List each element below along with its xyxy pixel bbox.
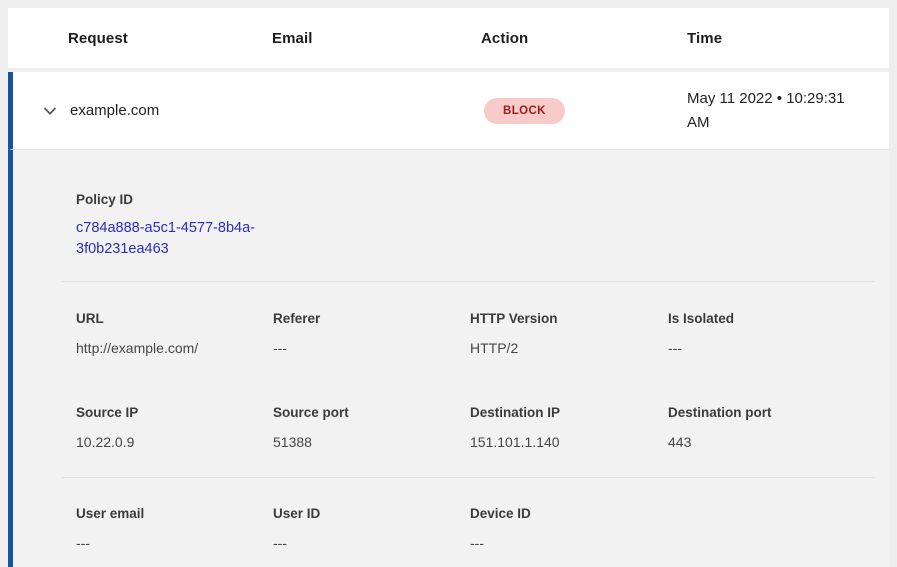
column-header-time: Time xyxy=(687,30,889,47)
field-value: 51388 xyxy=(273,432,470,452)
field-is-isolated: Is Isolated --- xyxy=(668,309,865,358)
detail-row-user: User email --- User ID --- Device ID --- xyxy=(76,504,865,553)
field-http-version: HTTP Version HTTP/2 xyxy=(470,309,668,358)
field-value: --- xyxy=(273,338,470,358)
field-source-port: Source port 51388 xyxy=(273,403,470,452)
status-badge-block: BLOCK xyxy=(484,98,565,124)
field-label: Destination IP xyxy=(470,403,668,423)
log-table-card: Request Email Action Time example.com BL… xyxy=(8,8,889,567)
request-timestamp: May 11 2022 • 10:29:31 AM xyxy=(687,87,865,135)
table-header-row: Request Email Action Time xyxy=(8,8,889,68)
field-url: URL http://example.com/ xyxy=(76,309,273,358)
field-device-id: Device ID --- xyxy=(470,504,668,553)
request-hostname: example.com xyxy=(70,102,484,119)
field-label: HTTP Version xyxy=(470,309,668,329)
chevron-down-icon[interactable] xyxy=(42,103,70,119)
field-value: --- xyxy=(668,338,865,358)
field-label: Source IP xyxy=(76,403,273,423)
field-value: 443 xyxy=(668,432,865,452)
column-header-request: Request xyxy=(68,30,272,47)
policy-id-block: Policy ID c784a888-a5c1-4577-8b4a-3f0b23… xyxy=(76,190,296,260)
policy-id-link[interactable]: c784a888-a5c1-4577-8b4a-3f0b231ea463 xyxy=(76,218,273,260)
policy-id-label: Policy ID xyxy=(76,190,296,210)
expanded-detail-panel: Policy ID c784a888-a5c1-4577-8b4a-3f0b23… xyxy=(8,150,889,567)
field-label: Destination port xyxy=(668,403,865,423)
field-user-id: User ID --- xyxy=(273,504,470,553)
log-row-expanded[interactable]: example.com BLOCK May 11 2022 • 10:29:31… xyxy=(8,72,889,150)
field-value: --- xyxy=(76,533,273,553)
section-divider xyxy=(62,477,875,478)
field-label: Referer xyxy=(273,309,470,329)
field-label: URL xyxy=(76,309,273,329)
field-label: Is Isolated xyxy=(668,309,865,329)
field-label: User email xyxy=(76,504,273,524)
field-user-email: User email --- xyxy=(76,504,273,553)
field-label: Device ID xyxy=(470,504,668,524)
field-referer: Referer --- xyxy=(273,309,470,358)
field-value: 10.22.0.9 xyxy=(76,432,273,452)
field-label: User ID xyxy=(273,504,470,524)
field-label: Source port xyxy=(273,403,470,423)
action-cell: BLOCK xyxy=(484,98,687,124)
field-value: HTTP/2 xyxy=(470,338,668,358)
field-destination-ip: Destination IP 151.101.1.140 xyxy=(470,403,668,452)
column-header-email: Email xyxy=(272,30,481,47)
field-value: http://example.com/ xyxy=(76,338,273,358)
detail-row-http: URL http://example.com/ Referer --- HTTP… xyxy=(76,309,865,358)
field-value: 151.101.1.140 xyxy=(470,432,668,452)
column-header-action: Action xyxy=(481,30,687,47)
field-destination-port: Destination port 443 xyxy=(668,403,865,452)
section-divider xyxy=(62,281,875,282)
detail-row-network: Source IP 10.22.0.9 Source port 51388 De… xyxy=(76,403,865,452)
field-empty xyxy=(668,504,865,553)
field-source-ip: Source IP 10.22.0.9 xyxy=(76,403,273,452)
field-value: --- xyxy=(273,533,470,553)
field-value: --- xyxy=(470,533,668,553)
